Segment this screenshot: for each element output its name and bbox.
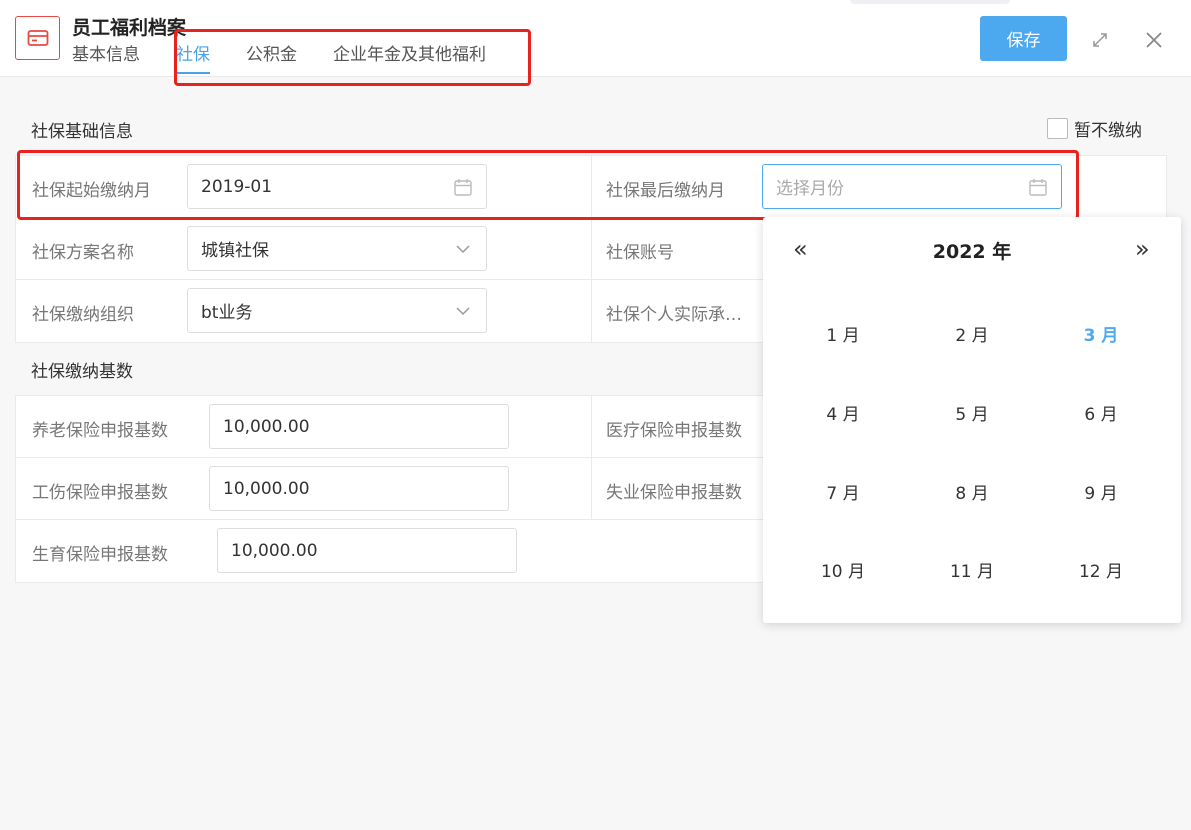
calendar-icon [454,178,472,196]
save-button[interactable]: 保存 [980,16,1067,61]
calendar-icon [1029,178,1047,196]
month-cell-11[interactable]: 11 月 [922,557,1022,582]
tab-bar: 基本信息 社保 公积金 企业年金及其他福利 [72,44,522,74]
tab-annuity-benefits[interactable]: 企业年金及其他福利 [333,44,486,74]
section-title-basic: 社保基础信息 [31,122,133,142]
column-divider [591,156,592,217]
plan-label: 社保方案名称 [32,243,134,263]
plan-value: 城镇社保 [201,241,269,261]
pension-value: 10,000.00 [223,416,310,437]
personal-label: 社保个人实际承… [606,305,742,325]
next-year-button[interactable]: » [1135,235,1150,263]
org-value: bt业务 [201,303,253,323]
expand-icon[interactable] [1089,29,1111,51]
maternity-input[interactable]: 10,000.00 [217,528,517,573]
section-title-base: 社保缴纳基数 [31,362,133,382]
end-month-picker[interactable]: 选择月份 [762,164,1062,209]
opt-out-checkbox[interactable]: 暂不缴纳 [1047,116,1142,141]
injury-value: 10,000.00 [223,478,310,499]
month-cell-8[interactable]: 8 月 [922,479,1022,504]
month-cell-1[interactable]: 1 月 [793,321,893,346]
month-cell-12[interactable]: 12 月 [1051,557,1151,582]
top-shadow [850,0,1010,4]
unemployment-label: 失业保险申报基数 [606,483,742,503]
dialog-header: 员工福利档案 基本信息 社保 公积金 企业年金及其他福利 保存 [0,0,1191,86]
start-month-value: 2019-01 [201,176,273,197]
pension-input[interactable]: 10,000.00 [209,404,509,449]
org-label: 社保缴纳组织 [32,305,134,325]
column-divider [591,458,592,519]
tab-basic-info[interactable]: 基本信息 [72,44,140,74]
maternity-label: 生育保险申报基数 [32,545,168,565]
close-icon[interactable] [1143,29,1165,51]
plan-select[interactable]: 城镇社保 [187,226,487,271]
form-row: 社保起始缴纳月 2019-01 社保最后缴纳月 选择月份 [16,156,1166,218]
month-cell-2[interactable]: 2 月 [922,321,1022,346]
injury-label: 工伤保险申报基数 [32,483,168,503]
chevron-down-icon [456,244,470,253]
card-icon [15,16,60,60]
column-divider [591,280,592,342]
month-cell-9[interactable]: 9 月 [1051,479,1151,504]
account-label: 社保账号 [606,243,674,263]
column-divider [591,396,592,457]
month-cell-7[interactable]: 7 月 [793,479,893,504]
tab-housing-fund[interactable]: 公积金 [246,44,297,74]
column-divider [591,218,592,279]
end-month-placeholder: 选择月份 [776,179,844,199]
injury-input[interactable]: 10,000.00 [209,466,509,511]
start-month-picker[interactable]: 2019-01 [187,164,487,209]
month-cell-4[interactable]: 4 月 [793,400,893,425]
org-select[interactable]: bt业务 [187,288,487,333]
month-cell-3[interactable]: 3 月 [1051,321,1151,346]
end-month-label: 社保最后缴纳月 [606,181,725,201]
maternity-value: 10,000.00 [231,540,318,561]
start-month-label: 社保起始缴纳月 [32,181,151,201]
month-cell-6[interactable]: 6 月 [1051,400,1151,425]
tab-social-insurance[interactable]: 社保 [176,44,210,74]
checkbox-box[interactable] [1047,118,1068,139]
page-title: 员工福利档案 [72,17,187,39]
chevron-down-icon [456,306,470,315]
pension-label: 养老保险申报基数 [32,421,168,441]
opt-out-label: 暂不缴纳 [1074,121,1142,141]
month-cell-10[interactable]: 10 月 [793,557,893,582]
calendar-year-label[interactable]: 2022 年 [763,237,1181,264]
month-picker-popup: « 2022 年 » 1 月 2 月 3 月 4 月 5 月 6 月 7 月 8… [763,217,1181,623]
medical-label: 医疗保险申报基数 [606,421,742,441]
month-cell-5[interactable]: 5 月 [922,400,1022,425]
